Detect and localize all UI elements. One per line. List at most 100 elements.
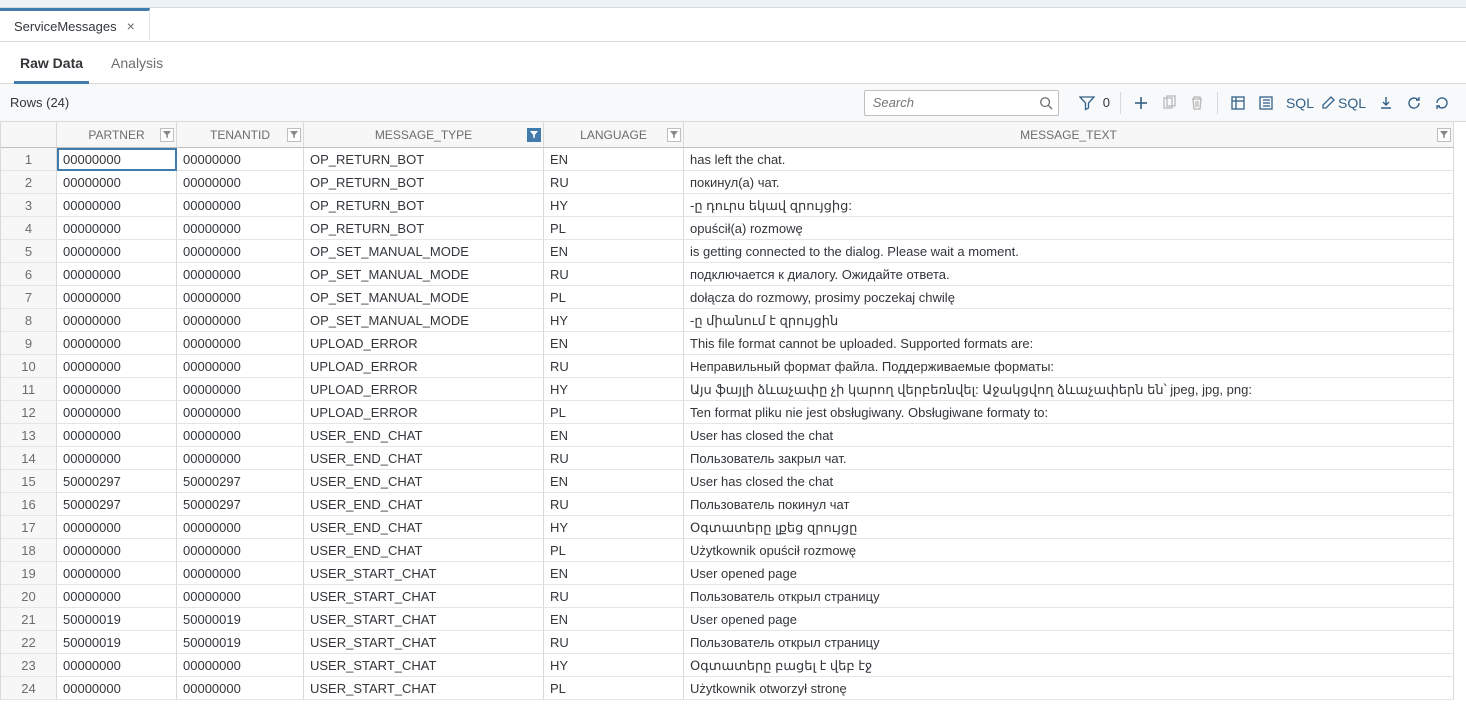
cell-language[interactable]: EN	[544, 240, 684, 263]
cell-message-type[interactable]: OP_SET_MANUAL_MODE	[304, 309, 544, 332]
cell-tenantid[interactable]: 00000000	[177, 194, 304, 217]
cell-message-text[interactable]: Неправильный формат файла. Поддерживаемы…	[684, 355, 1454, 378]
row-number[interactable]: 15	[1, 470, 57, 493]
cell-language[interactable]: EN	[544, 470, 684, 493]
cell-message-text[interactable]: Użytkownik opuścił rozmowę	[684, 539, 1454, 562]
cell-tenantid[interactable]: 00000000	[177, 217, 304, 240]
cell-language[interactable]: HY	[544, 309, 684, 332]
cell-message-text[interactable]: Пользователь закрыл чат.	[684, 447, 1454, 470]
column-header-rownum[interactable]	[1, 122, 57, 148]
cell-message-type[interactable]: USER_END_CHAT	[304, 539, 544, 562]
cell-message-text[interactable]: Пользователь покинул чат	[684, 493, 1454, 516]
cell-message-text[interactable]: User has closed the chat	[684, 470, 1454, 493]
cell-tenantid[interactable]: 00000000	[177, 332, 304, 355]
cell-tenantid[interactable]: 00000000	[177, 286, 304, 309]
row-number[interactable]: 16	[1, 493, 57, 516]
cell-language[interactable]: EN	[544, 424, 684, 447]
cell-partner[interactable]: 00000000	[57, 401, 177, 424]
cell-message-text[interactable]: opuścił(a) rozmowę	[684, 217, 1454, 240]
cell-partner[interactable]: 50000019	[57, 631, 177, 654]
cell-partner[interactable]: 50000297	[57, 493, 177, 516]
cell-language[interactable]: EN	[544, 148, 684, 171]
cell-message-type[interactable]: UPLOAD_ERROR	[304, 378, 544, 401]
row-number[interactable]: 5	[1, 240, 57, 263]
cell-partner[interactable]: 00000000	[57, 539, 177, 562]
cell-tenantid[interactable]: 00000000	[177, 263, 304, 286]
cell-message-type[interactable]: UPLOAD_ERROR	[304, 401, 544, 424]
cell-message-text[interactable]: покинул(а) чат.	[684, 171, 1454, 194]
download-button[interactable]	[1372, 90, 1400, 116]
row-number[interactable]: 21	[1, 608, 57, 631]
cell-language[interactable]: HY	[544, 516, 684, 539]
cell-language[interactable]: EN	[544, 608, 684, 631]
cell-tenantid[interactable]: 00000000	[177, 355, 304, 378]
cell-partner[interactable]: 00000000	[57, 263, 177, 286]
row-number[interactable]: 11	[1, 378, 57, 401]
cell-message-type[interactable]: OP_RETURN_BOT	[304, 171, 544, 194]
cell-tenantid[interactable]: 00000000	[177, 562, 304, 585]
reset-button[interactable]	[1428, 90, 1456, 116]
row-number[interactable]: 9	[1, 332, 57, 355]
cell-message-type[interactable]: USER_END_CHAT	[304, 447, 544, 470]
column-header-partner[interactable]: PARTNER	[57, 122, 177, 148]
column-header-language[interactable]: LANGUAGE	[544, 122, 684, 148]
column-filter-icon[interactable]	[667, 128, 681, 142]
cell-language[interactable]: PL	[544, 286, 684, 309]
cell-message-text[interactable]: -ը դուրս եկավ զրույցից:	[684, 194, 1454, 217]
cell-message-type[interactable]: USER_END_CHAT	[304, 424, 544, 447]
cell-tenantid[interactable]: 00000000	[177, 424, 304, 447]
search-icon[interactable]	[1039, 96, 1053, 110]
cell-tenantid[interactable]: 00000000	[177, 401, 304, 424]
row-number[interactable]: 8	[1, 309, 57, 332]
cell-partner[interactable]: 00000000	[57, 194, 177, 217]
row-number[interactable]: 22	[1, 631, 57, 654]
delete-row-button[interactable]	[1183, 90, 1211, 116]
cell-tenantid[interactable]: 00000000	[177, 677, 304, 700]
tab-analysis[interactable]: Analysis	[101, 42, 173, 83]
column-filter-icon[interactable]	[1437, 128, 1451, 142]
row-number[interactable]: 12	[1, 401, 57, 424]
cell-language[interactable]: EN	[544, 332, 684, 355]
cell-partner[interactable]: 00000000	[57, 378, 177, 401]
cell-message-type[interactable]: USER_END_CHAT	[304, 470, 544, 493]
row-number[interactable]: 23	[1, 654, 57, 677]
cell-message-text[interactable]: Այս ֆայլի ձևաչափը չի կարող վերբեռնվել: Ա…	[684, 378, 1454, 401]
settings-columns-button[interactable]	[1252, 90, 1280, 116]
column-header-message_type[interactable]: MESSAGE_TYPE	[304, 122, 544, 148]
cell-message-text[interactable]: This file format cannot be uploaded. Sup…	[684, 332, 1454, 355]
cell-partner[interactable]: 00000000	[57, 171, 177, 194]
cell-message-type[interactable]: USER_START_CHAT	[304, 631, 544, 654]
cell-message-text[interactable]: Пользователь открыл страницу	[684, 631, 1454, 654]
cell-language[interactable]: HY	[544, 194, 684, 217]
tab-raw-data[interactable]: Raw Data	[10, 42, 93, 83]
cell-message-type[interactable]: UPLOAD_ERROR	[304, 355, 544, 378]
cell-message-text[interactable]: has left the chat.	[684, 148, 1454, 171]
cell-partner[interactable]: 00000000	[57, 654, 177, 677]
duplicate-row-button[interactable]	[1155, 90, 1183, 116]
cell-language[interactable]: RU	[544, 585, 684, 608]
row-number[interactable]: 24	[1, 677, 57, 700]
cell-message-type[interactable]: USER_START_CHAT	[304, 654, 544, 677]
cell-message-text[interactable]: User opened page	[684, 608, 1454, 631]
cell-language[interactable]: PL	[544, 217, 684, 240]
cell-language[interactable]: HY	[544, 378, 684, 401]
cell-language[interactable]: RU	[544, 263, 684, 286]
cell-tenantid[interactable]: 00000000	[177, 240, 304, 263]
cell-message-type[interactable]: OP_RETURN_BOT	[304, 217, 544, 240]
cell-partner[interactable]: 00000000	[57, 562, 177, 585]
cell-message-type[interactable]: OP_RETURN_BOT	[304, 194, 544, 217]
filter-button[interactable]	[1073, 90, 1101, 116]
cell-language[interactable]: PL	[544, 539, 684, 562]
cell-message-text[interactable]: Օգտատերը լքեց զրույցը	[684, 516, 1454, 539]
cell-tenantid[interactable]: 00000000	[177, 309, 304, 332]
cell-language[interactable]: EN	[544, 562, 684, 585]
cell-message-text[interactable]: подключается к диалогу. Ожидайте ответа.	[684, 263, 1454, 286]
row-number[interactable]: 4	[1, 217, 57, 240]
cell-message-type[interactable]: USER_START_CHAT	[304, 677, 544, 700]
row-number[interactable]: 10	[1, 355, 57, 378]
cell-tenantid[interactable]: 50000297	[177, 493, 304, 516]
column-filter-icon[interactable]	[287, 128, 301, 142]
row-number[interactable]: 19	[1, 562, 57, 585]
cell-message-type[interactable]: USER_START_CHAT	[304, 608, 544, 631]
cell-partner[interactable]: 00000000	[57, 148, 177, 171]
